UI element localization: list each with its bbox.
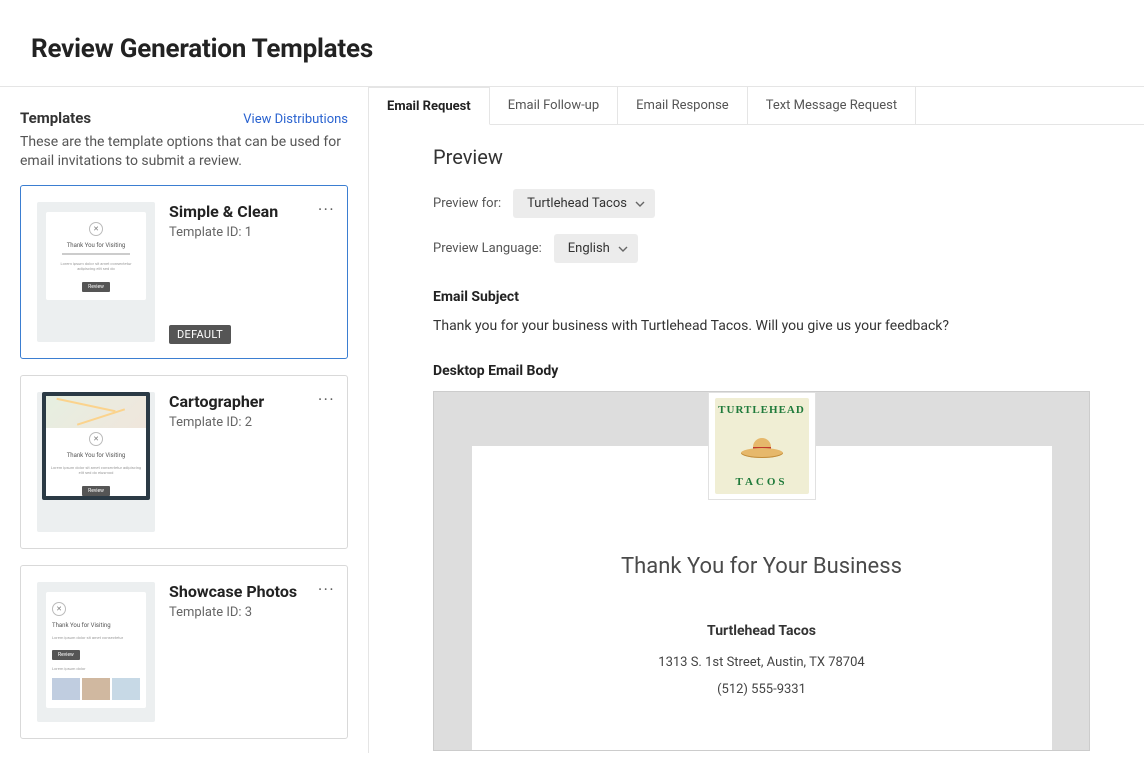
email-subject-text: Thank you for your business with Turtleh… [433, 317, 1090, 337]
template-thumbnail: ✕ Thank You for Visiting Lorem ipsum dol… [37, 582, 155, 722]
preview-heading: Preview [433, 145, 1090, 169]
chevron-down-icon [618, 244, 628, 254]
preview-language-label: Preview Language: [433, 241, 542, 256]
tab-email-response[interactable]: Email Response [618, 87, 748, 124]
tab-email-followup[interactable]: Email Follow-up [490, 87, 618, 124]
logo-text-top: TURTLEHEAD [718, 404, 805, 416]
template-name: Cartographer [169, 392, 331, 411]
email-preview-frame: TURTLEHEAD TACOS Thank You for Your Busi… [433, 391, 1090, 751]
template-menu-icon[interactable]: ··· [318, 202, 335, 218]
tab-email-request[interactable]: Email Request [369, 87, 490, 125]
preview-for-select[interactable]: Turtlehead Tacos [513, 189, 655, 218]
page-title: Review Generation Templates [31, 34, 1144, 64]
template-id-label: Template ID: 2 [169, 415, 331, 430]
email-subject-label: Email Subject [433, 289, 1090, 305]
business-phone: (512) 555-9331 [472, 682, 1052, 697]
template-card-showcase-photos[interactable]: ✕ Thank You for Visiting Lorem ipsum dol… [20, 565, 348, 739]
template-name: Showcase Photos [169, 582, 331, 601]
email-body-label: Desktop Email Body [433, 363, 1090, 379]
templates-sidebar: Templates View Distributions These are t… [0, 87, 369, 753]
tab-bar: Email Request Email Follow-up Email Resp… [369, 87, 1144, 125]
preview-for-label: Preview for: [433, 196, 501, 211]
business-address: 1313 S. 1st Street, Austin, TX 78704 [472, 655, 1052, 670]
template-name: Simple & Clean [169, 202, 331, 221]
preview-language-value: English [568, 241, 610, 256]
template-id-label: Template ID: 1 [169, 225, 331, 240]
sombrero-icon [741, 434, 783, 458]
email-headline: Thank You for Your Business [472, 554, 1052, 579]
main-panel: Email Request Email Follow-up Email Resp… [369, 87, 1144, 753]
chevron-down-icon [635, 199, 645, 209]
default-badge: DEFAULT [169, 325, 231, 344]
template-menu-icon[interactable]: ··· [318, 582, 335, 598]
tab-text-message-request[interactable]: Text Message Request [748, 87, 916, 124]
template-card-simple-clean[interactable]: ✕ Thank You for Visiting Lorem ipsum dol… [20, 185, 348, 359]
template-menu-icon[interactable]: ··· [318, 392, 335, 408]
template-thumbnail: ✕ Thank You for Visiting Lorem ipsum dol… [37, 202, 155, 342]
sidebar-description: These are the template options that can … [20, 133, 348, 171]
business-logo: TURTLEHEAD TACOS [708, 392, 816, 500]
email-preview-content: TURTLEHEAD TACOS Thank You for Your Busi… [472, 446, 1052, 750]
template-id-label: Template ID: 3 [169, 605, 331, 620]
page-header: Review Generation Templates [0, 0, 1144, 87]
template-card-cartographer[interactable]: ✕ Thank You for Visiting Lorem ipsum dol… [20, 375, 348, 549]
logo-text-bottom: TACOS [735, 476, 787, 488]
sidebar-title: Templates [20, 109, 91, 127]
view-distributions-link[interactable]: View Distributions [243, 112, 348, 127]
template-thumbnail: ✕ Thank You for Visiting Lorem ipsum dol… [37, 392, 155, 532]
preview-language-select[interactable]: English [554, 234, 638, 263]
business-name: Turtlehead Tacos [472, 623, 1052, 639]
preview-for-value: Turtlehead Tacos [527, 196, 627, 211]
